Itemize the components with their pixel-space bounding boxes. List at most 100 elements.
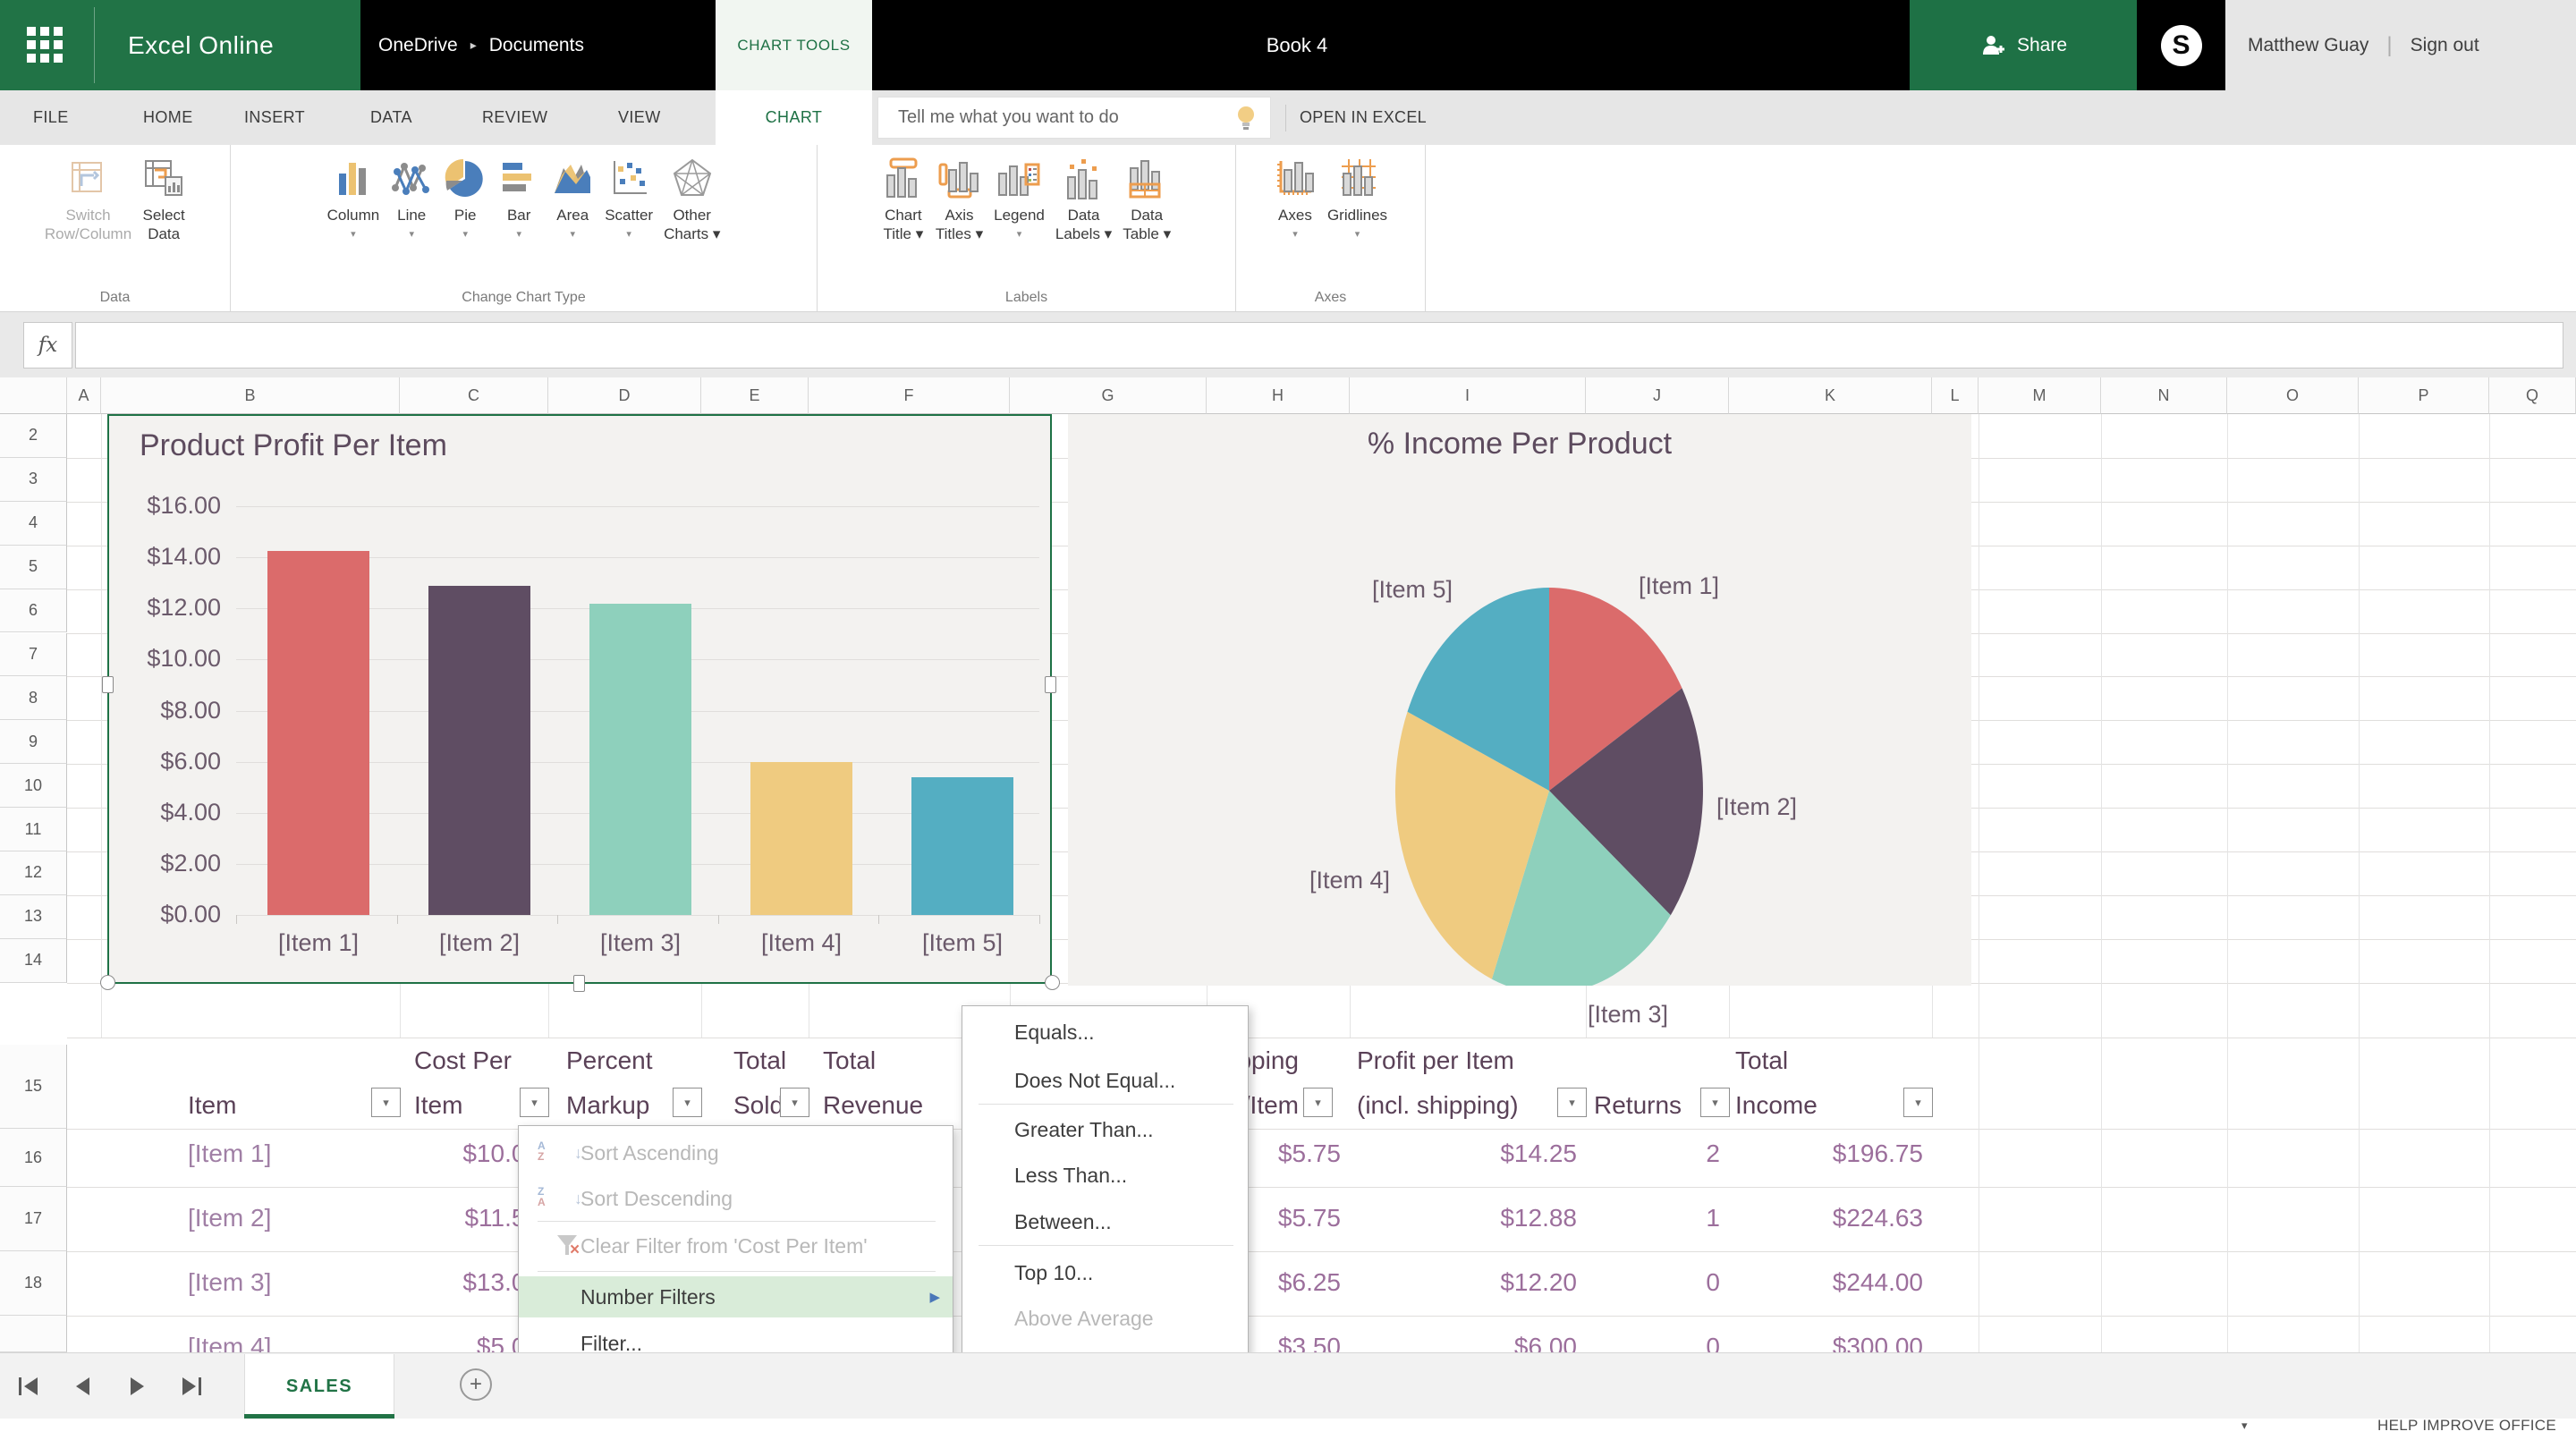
row-header-partial[interactable] xyxy=(0,1316,67,1352)
ribbon-item-area[interactable]: Area ▾ xyxy=(546,157,599,311)
menu-tab-insert[interactable]: INSERT xyxy=(244,90,305,145)
ribbon-item-legend[interactable]: Legend ▾ xyxy=(988,157,1050,311)
ribbon-item-bar[interactable]: Bar ▾ xyxy=(492,157,546,311)
submenu-item-does-not-equal[interactable]: Does Not Equal... xyxy=(962,1060,1248,1101)
sign-out-link[interactable]: Sign out xyxy=(2411,35,2479,56)
row-header-9[interactable]: 9 xyxy=(0,720,67,765)
open-in-excel-button[interactable]: OPEN IN EXCEL xyxy=(1300,90,1427,145)
skype-button[interactable]: S xyxy=(2137,0,2225,90)
row-header-5[interactable]: 5 xyxy=(0,545,67,589)
last-sheet-button[interactable] xyxy=(179,1376,202,1397)
menu-tab-view[interactable]: VIEW xyxy=(618,90,661,145)
row-header-14[interactable]: 14 xyxy=(0,938,67,983)
ribbon-item-data-table[interactable]: Data Table ▾ xyxy=(1117,157,1176,311)
row-header-13[interactable]: 13 xyxy=(0,894,67,939)
column-header-C[interactable]: C xyxy=(400,377,548,414)
menu-item-number-filters[interactable]: Number Filters ▶ xyxy=(519,1276,953,1317)
document-title[interactable]: Book 4 xyxy=(1190,0,1404,90)
table-cell-total_income[interactable]: $196.75 xyxy=(1655,1139,1923,1168)
chart-selection-handle[interactable] xyxy=(1045,975,1060,990)
column-header-F[interactable]: F xyxy=(809,377,1010,414)
filter-button-shipping_cost_per_item[interactable]: ▾ xyxy=(1303,1088,1333,1117)
column-header-H[interactable]: H xyxy=(1207,377,1350,414)
row-header-8[interactable]: 8 xyxy=(0,676,67,721)
ribbon-item-gridlines[interactable]: Gridlines ▾ xyxy=(1322,157,1393,311)
submenu-item-equals[interactable]: Equals... xyxy=(962,1012,1248,1053)
ribbon-item-data-labels[interactable]: Data Labels ▾ xyxy=(1050,157,1117,311)
bar-item-3[interactable] xyxy=(589,603,691,915)
column-header-J[interactable]: J xyxy=(1586,377,1729,414)
table-cell-total_income[interactable]: $224.63 xyxy=(1655,1204,1923,1232)
ribbon-item-switch-row-column[interactable]: Switch Row/Column xyxy=(39,157,137,311)
column-header-A[interactable]: A xyxy=(67,377,101,414)
table-cell-item[interactable]: [Item 1] xyxy=(188,1139,271,1168)
user-name[interactable]: Matthew Guay xyxy=(2248,35,2368,56)
first-sheet-button[interactable] xyxy=(18,1376,41,1397)
column-header-O[interactable]: O xyxy=(2227,377,2359,414)
previous-sheet-button[interactable] xyxy=(72,1376,95,1397)
bar-item-2[interactable] xyxy=(428,586,530,915)
chart-selection-handle[interactable] xyxy=(573,975,585,992)
column-header-L[interactable]: L xyxy=(1932,377,1979,414)
filter-button-total_sold[interactable]: ▾ xyxy=(780,1088,809,1117)
filter-button-cost_per_item[interactable]: ▾ xyxy=(520,1088,549,1117)
filter-button-percent_markup[interactable]: ▾ xyxy=(673,1088,702,1117)
status-caret-icon[interactable]: ▾ xyxy=(2241,1419,2248,1433)
tab-chart[interactable]: CHART xyxy=(716,90,872,145)
column-header-N[interactable]: N xyxy=(2101,377,2227,414)
chart-selection-handle[interactable] xyxy=(1045,676,1056,693)
table-cell-cost_per_item[interactable]: $11.50 xyxy=(271,1204,539,1232)
menu-tab-data[interactable]: DATA xyxy=(370,90,412,145)
table-cell-cost_per_item[interactable]: $10.00 xyxy=(271,1139,539,1168)
column-header-G[interactable]: G xyxy=(1010,377,1207,414)
app-launcher-waffle-icon[interactable] xyxy=(27,26,64,64)
table-cell-item[interactable]: [Item 2] xyxy=(188,1204,271,1232)
row-header-12[interactable]: 12 xyxy=(0,851,67,895)
filter-button-returns[interactable]: ▾ xyxy=(1700,1088,1730,1117)
share-button[interactable]: Share xyxy=(1910,0,2137,90)
bar-chart[interactable]: Product Profit Per Item $16.00 $14.00 $12.0… xyxy=(107,414,1052,984)
row-header-4[interactable]: 4 xyxy=(0,501,67,546)
sheet-tab-sales[interactable]: SALES xyxy=(244,1354,394,1419)
ribbon-item-pie[interactable]: Pie ▾ xyxy=(438,157,492,311)
ribbon-item-line[interactable]: Line ▾ xyxy=(385,157,438,311)
submenu-item-between[interactable]: Between... xyxy=(962,1201,1248,1242)
breadcrumb-onedrive[interactable]: OneDrive xyxy=(378,35,458,56)
ribbon-item-chart-title[interactable]: Chart Title ▾ xyxy=(877,157,930,311)
ribbon-item-column[interactable]: Column ▾ xyxy=(322,157,386,311)
row-header-15[interactable]: 15 xyxy=(0,1045,67,1129)
row-header-18[interactable]: 18 xyxy=(0,1251,67,1316)
help-improve-office-link[interactable]: HELP IMPROVE OFFICE xyxy=(2377,1417,2556,1435)
column-header-K[interactable]: K xyxy=(1729,377,1932,414)
column-header-B[interactable]: B xyxy=(101,377,400,414)
table-cell-total_income[interactable]: $244.00 xyxy=(1655,1268,1923,1297)
add-sheet-button[interactable]: + xyxy=(460,1368,492,1401)
submenu-item-top-10[interactable]: Top 10... xyxy=(962,1252,1248,1293)
formula-input[interactable] xyxy=(75,322,2563,368)
submenu-item-less-than[interactable]: Less Than... xyxy=(962,1155,1248,1196)
table-cell-item[interactable]: [Item 3] xyxy=(188,1268,271,1297)
row-header-6[interactable]: 6 xyxy=(0,589,67,633)
row-header-11[interactable]: 11 xyxy=(0,808,67,851)
ribbon-item-axes[interactable]: Axes ▾ xyxy=(1268,157,1322,311)
row-header-16[interactable]: 16 xyxy=(0,1129,67,1187)
row-header-17[interactable]: 17 xyxy=(0,1187,67,1251)
pie-chart[interactable]: % Income Per Product [Item 1] [Item 2] [Ite… xyxy=(1068,414,1971,1028)
menu-tab-review[interactable]: REVIEW xyxy=(482,90,547,145)
menu-tab-file[interactable]: FILE xyxy=(33,90,69,145)
ribbon-item-other-charts[interactable]: Other Charts ▾ xyxy=(658,157,725,311)
row-header-10[interactable]: 10 xyxy=(0,764,67,809)
chart-selection-handle[interactable] xyxy=(102,676,114,693)
filter-button-item[interactable]: ▾ xyxy=(371,1088,401,1117)
bar-item-4[interactable] xyxy=(750,761,852,915)
column-header-Q[interactable]: Q xyxy=(2489,377,2576,414)
bar-item-5[interactable] xyxy=(911,776,1013,915)
chart-selection-handle[interactable] xyxy=(100,975,115,990)
tell-me-box[interactable]: Tell me what you want to do xyxy=(877,97,1271,139)
row-header-7[interactable]: 7 xyxy=(0,632,67,677)
ribbon-item-axis-titles[interactable]: Axis Titles ▾ xyxy=(930,157,988,311)
ribbon-item-scatter[interactable]: Scatter ▾ xyxy=(599,157,658,311)
bar-item-1[interactable] xyxy=(267,550,369,915)
filter-button-total_income[interactable]: ▾ xyxy=(1903,1088,1933,1117)
column-header-P[interactable]: P xyxy=(2359,377,2489,414)
